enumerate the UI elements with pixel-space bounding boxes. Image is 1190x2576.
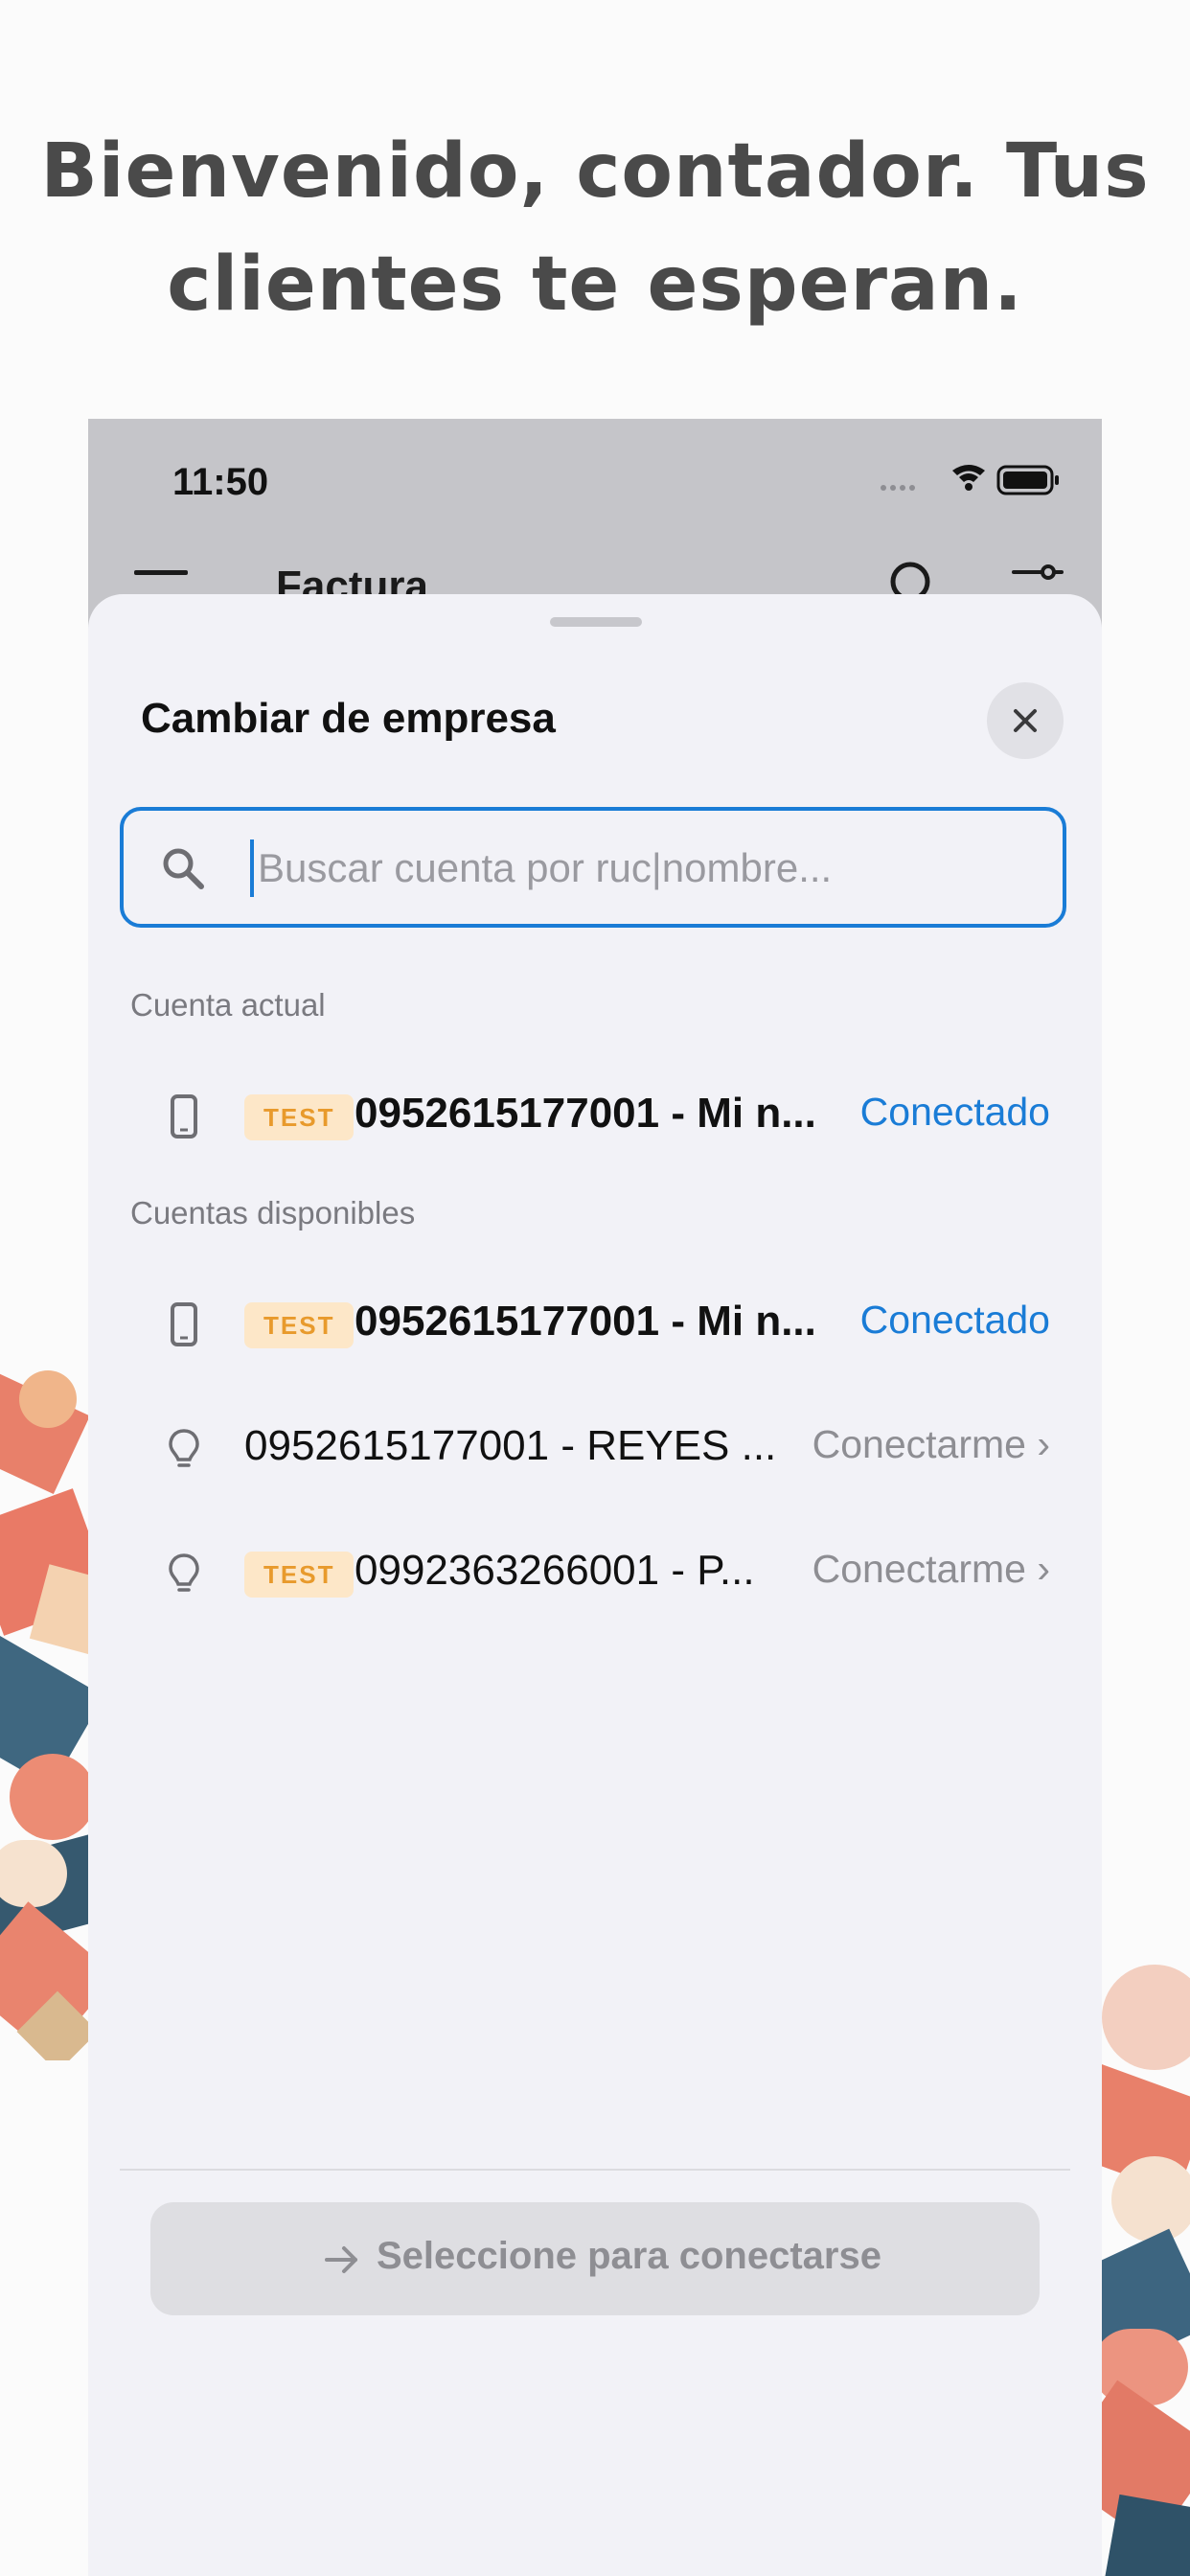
connect-link[interactable]: Conectarme › xyxy=(812,1547,1050,1592)
current-account-section-label: Cuenta actual xyxy=(130,987,326,1023)
promo-headline-line-2: clientes te esperan. xyxy=(167,242,1023,328)
close-icon xyxy=(1014,709,1037,732)
account-status-connected: Conectado xyxy=(859,1090,1050,1134)
promo-headline: Bienvenido, contador. Tus clientes te es… xyxy=(0,115,1190,341)
available-account-row[interactable]: TEST 0992363266001 - P... Conectarme › xyxy=(88,1521,1102,1626)
search-icon-header[interactable] xyxy=(887,559,935,597)
arrow-right-icon xyxy=(325,2246,357,2273)
available-account-row[interactable]: 0952615177001 - REYES ... Conectarme › xyxy=(88,1396,1102,1502)
search-input[interactable] xyxy=(256,811,1026,926)
search-icon xyxy=(163,848,204,889)
connect-label: Conectarme xyxy=(812,1547,1026,1591)
promo-headline-line-1: Bienvenido, contador. Tus xyxy=(40,128,1150,215)
signal-icon xyxy=(881,485,915,491)
test-badge: TEST xyxy=(244,1552,355,1598)
sheet-grabber[interactable] xyxy=(550,617,642,627)
connect-label: Conectarme xyxy=(812,1422,1026,1466)
search-field[interactable] xyxy=(120,807,1066,928)
phone-icon xyxy=(171,1302,197,1346)
account-status-connected: Conectado xyxy=(859,1298,1050,1342)
battery-icon xyxy=(996,465,1059,495)
lightbulb-icon xyxy=(169,1429,199,1467)
text-cursor xyxy=(250,840,254,897)
close-button[interactable] xyxy=(987,682,1064,759)
account-name: 0952615177001 - Mi n... xyxy=(355,1090,816,1137)
connect-button-label: Seleccione para conectarse xyxy=(377,2235,881,2277)
chevron-right-icon: › xyxy=(1037,1547,1050,1591)
account-name: 0992363266001 - P... xyxy=(355,1547,755,1594)
test-badge: TEST xyxy=(244,1094,355,1140)
sheet-footer-divider xyxy=(120,2169,1070,2171)
available-account-row[interactable]: TEST 0952615177001 - Mi n... Conectado xyxy=(88,1272,1102,1377)
sheet-title: Cambiar de empresa xyxy=(141,695,556,742)
available-accounts-section-label: Cuentas disponibles xyxy=(130,1195,416,1230)
account-name: 0952615177001 - REYES ... xyxy=(244,1422,777,1469)
connect-button[interactable]: Seleccione para conectarse xyxy=(150,2202,1040,2315)
status-bar-icons xyxy=(876,461,1067,499)
connect-link[interactable]: Conectarme › xyxy=(812,1422,1050,1467)
wifi-icon xyxy=(952,465,985,491)
test-badge: TEST xyxy=(244,1302,355,1348)
account-name: 0952615177001 - Mi n... xyxy=(355,1298,816,1345)
current-account-row[interactable]: TEST 0952615177001 - Mi n... Conectado xyxy=(88,1064,1102,1169)
phone-icon xyxy=(171,1094,197,1138)
lightbulb-icon xyxy=(169,1553,199,1592)
status-bar-time: 11:50 xyxy=(172,461,269,503)
chevron-right-icon: › xyxy=(1037,1422,1050,1466)
